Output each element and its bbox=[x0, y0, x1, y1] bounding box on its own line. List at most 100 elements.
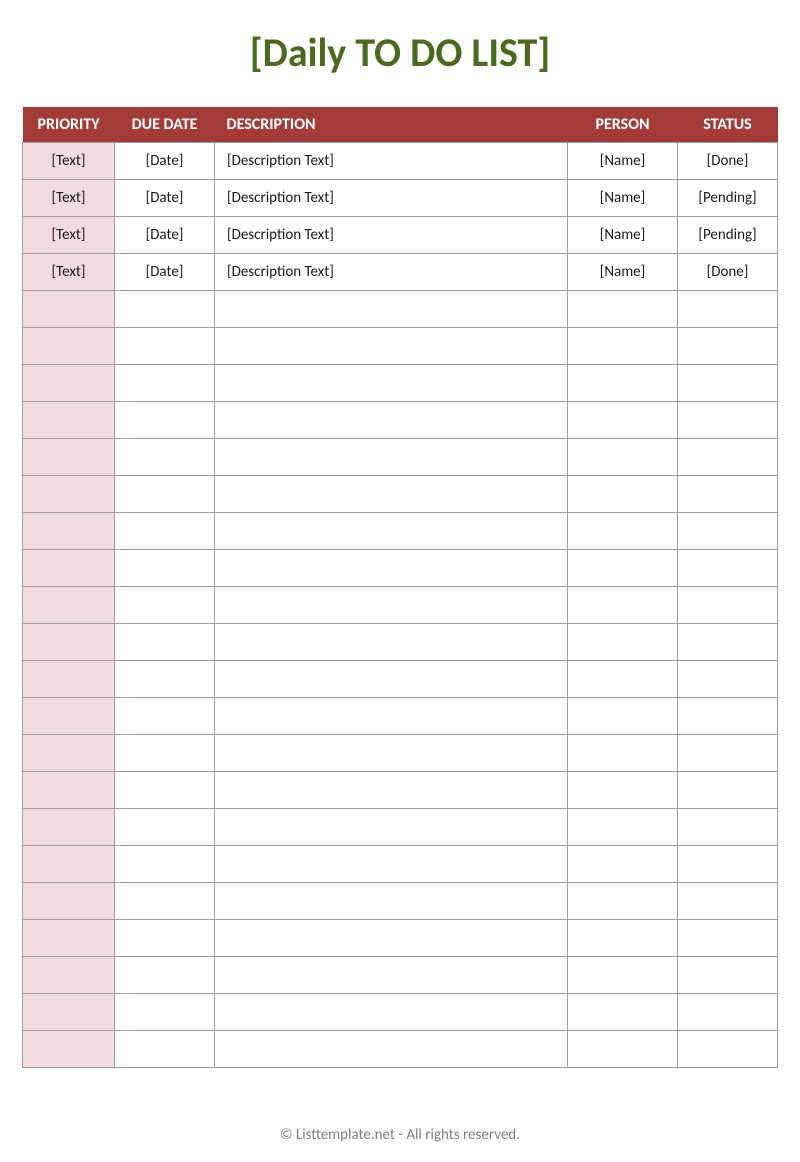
status-cell[interactable] bbox=[678, 587, 778, 624]
duedate-cell[interactable] bbox=[115, 809, 215, 846]
person-cell[interactable] bbox=[568, 550, 678, 587]
priority-cell[interactable] bbox=[23, 624, 115, 661]
priority-cell[interactable] bbox=[23, 328, 115, 365]
duedate-cell[interactable] bbox=[115, 402, 215, 439]
description-cell[interactable] bbox=[215, 883, 568, 920]
description-cell[interactable]: [Description Text] bbox=[215, 180, 568, 217]
priority-cell[interactable] bbox=[23, 809, 115, 846]
person-cell[interactable] bbox=[568, 994, 678, 1031]
person-cell[interactable] bbox=[568, 809, 678, 846]
person-cell[interactable] bbox=[568, 624, 678, 661]
status-cell[interactable] bbox=[678, 439, 778, 476]
description-cell[interactable] bbox=[215, 476, 568, 513]
priority-cell[interactable] bbox=[23, 587, 115, 624]
priority-cell[interactable] bbox=[23, 1031, 115, 1068]
description-cell[interactable] bbox=[215, 587, 568, 624]
priority-cell[interactable] bbox=[23, 365, 115, 402]
description-cell[interactable] bbox=[215, 550, 568, 587]
status-cell[interactable] bbox=[678, 661, 778, 698]
priority-cell[interactable] bbox=[23, 402, 115, 439]
description-cell[interactable] bbox=[215, 365, 568, 402]
person-cell[interactable] bbox=[568, 735, 678, 772]
person-cell[interactable] bbox=[568, 846, 678, 883]
priority-cell[interactable] bbox=[23, 846, 115, 883]
description-cell[interactable] bbox=[215, 513, 568, 550]
duedate-cell[interactable] bbox=[115, 846, 215, 883]
person-cell[interactable] bbox=[568, 402, 678, 439]
duedate-cell[interactable] bbox=[115, 698, 215, 735]
priority-cell[interactable]: [Text] bbox=[23, 180, 115, 217]
person-cell[interactable]: [Name] bbox=[568, 180, 678, 217]
duedate-cell[interactable]: [Date] bbox=[115, 180, 215, 217]
description-cell[interactable] bbox=[215, 735, 568, 772]
person-cell[interactable]: [Name] bbox=[568, 217, 678, 254]
person-cell[interactable] bbox=[568, 772, 678, 809]
priority-cell[interactable] bbox=[23, 772, 115, 809]
person-cell[interactable] bbox=[568, 476, 678, 513]
description-cell[interactable] bbox=[215, 772, 568, 809]
duedate-cell[interactable]: [Date] bbox=[115, 143, 215, 180]
priority-cell[interactable] bbox=[23, 513, 115, 550]
priority-cell[interactable] bbox=[23, 476, 115, 513]
duedate-cell[interactable] bbox=[115, 476, 215, 513]
description-cell[interactable] bbox=[215, 439, 568, 476]
duedate-cell[interactable] bbox=[115, 365, 215, 402]
description-cell[interactable]: [Description Text] bbox=[215, 254, 568, 291]
description-cell[interactable] bbox=[215, 291, 568, 328]
priority-cell[interactable]: [Text] bbox=[23, 254, 115, 291]
person-cell[interactable] bbox=[568, 291, 678, 328]
status-cell[interactable] bbox=[678, 402, 778, 439]
description-cell[interactable] bbox=[215, 957, 568, 994]
priority-cell[interactable] bbox=[23, 661, 115, 698]
person-cell[interactable] bbox=[568, 957, 678, 994]
status-cell[interactable] bbox=[678, 328, 778, 365]
status-cell[interactable] bbox=[678, 624, 778, 661]
duedate-cell[interactable] bbox=[115, 439, 215, 476]
description-cell[interactable] bbox=[215, 402, 568, 439]
status-cell[interactable]: [Done] bbox=[678, 143, 778, 180]
duedate-cell[interactable] bbox=[115, 513, 215, 550]
description-cell[interactable]: [Description Text] bbox=[215, 143, 568, 180]
status-cell[interactable] bbox=[678, 365, 778, 402]
duedate-cell[interactable] bbox=[115, 920, 215, 957]
status-cell[interactable] bbox=[678, 920, 778, 957]
description-cell[interactable] bbox=[215, 1031, 568, 1068]
duedate-cell[interactable] bbox=[115, 328, 215, 365]
duedate-cell[interactable] bbox=[115, 550, 215, 587]
person-cell[interactable] bbox=[568, 698, 678, 735]
duedate-cell[interactable] bbox=[115, 1031, 215, 1068]
priority-cell[interactable] bbox=[23, 439, 115, 476]
status-cell[interactable] bbox=[678, 735, 778, 772]
status-cell[interactable] bbox=[678, 550, 778, 587]
person-cell[interactable] bbox=[568, 328, 678, 365]
description-cell[interactable] bbox=[215, 698, 568, 735]
status-cell[interactable] bbox=[678, 1031, 778, 1068]
person-cell[interactable] bbox=[568, 587, 678, 624]
duedate-cell[interactable] bbox=[115, 994, 215, 1031]
priority-cell[interactable]: [Text] bbox=[23, 217, 115, 254]
status-cell[interactable] bbox=[678, 957, 778, 994]
status-cell[interactable] bbox=[678, 809, 778, 846]
person-cell[interactable] bbox=[568, 513, 678, 550]
status-cell[interactable] bbox=[678, 698, 778, 735]
priority-cell[interactable] bbox=[23, 957, 115, 994]
description-cell[interactable] bbox=[215, 809, 568, 846]
description-cell[interactable]: [Description Text] bbox=[215, 217, 568, 254]
duedate-cell[interactable] bbox=[115, 661, 215, 698]
priority-cell[interactable]: [Text] bbox=[23, 143, 115, 180]
status-cell[interactable] bbox=[678, 883, 778, 920]
description-cell[interactable] bbox=[215, 661, 568, 698]
status-cell[interactable] bbox=[678, 513, 778, 550]
status-cell[interactable] bbox=[678, 476, 778, 513]
status-cell[interactable] bbox=[678, 846, 778, 883]
description-cell[interactable] bbox=[215, 624, 568, 661]
duedate-cell[interactable]: [Date] bbox=[115, 217, 215, 254]
description-cell[interactable] bbox=[215, 846, 568, 883]
person-cell[interactable] bbox=[568, 439, 678, 476]
priority-cell[interactable] bbox=[23, 550, 115, 587]
priority-cell[interactable] bbox=[23, 698, 115, 735]
description-cell[interactable] bbox=[215, 994, 568, 1031]
person-cell[interactable] bbox=[568, 365, 678, 402]
priority-cell[interactable] bbox=[23, 994, 115, 1031]
priority-cell[interactable] bbox=[23, 291, 115, 328]
